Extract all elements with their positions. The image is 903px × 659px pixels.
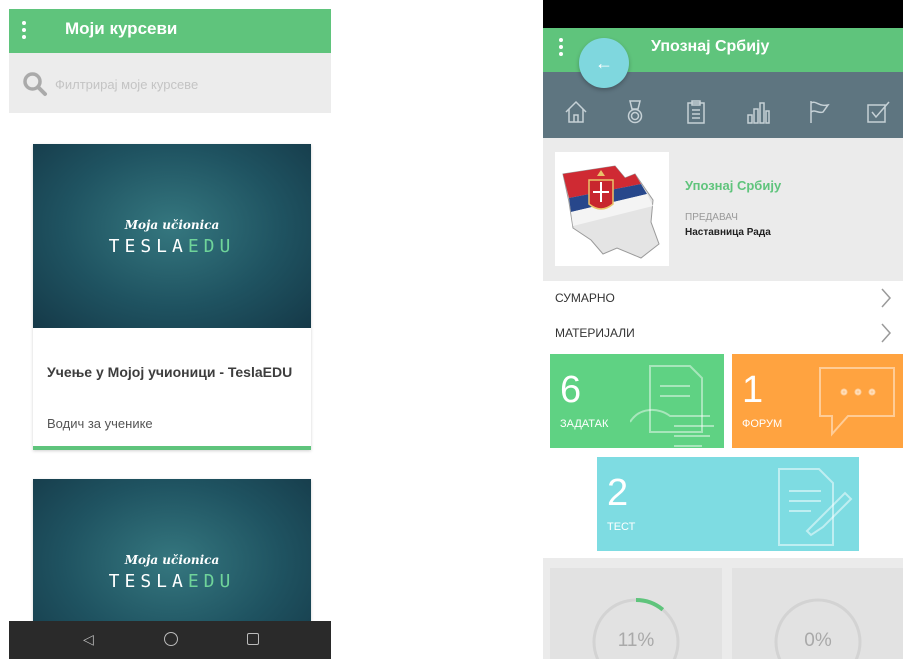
gauge-value: 0% bbox=[804, 630, 832, 651]
course-header: Упознај Србију ПРЕДАВАЧ Наставница Рада bbox=[543, 138, 903, 274]
progress-gauge: 11% bbox=[550, 568, 722, 659]
more-vert-icon[interactable] bbox=[557, 38, 565, 59]
recents-square-icon[interactable] bbox=[247, 633, 259, 645]
chat-bubble-icon bbox=[819, 367, 895, 437]
test-tile[interactable]: 2 ТЕСТ bbox=[597, 457, 859, 551]
app-bar: Моји курсеви bbox=[9, 9, 331, 53]
bar-chart-icon[interactable] bbox=[745, 99, 771, 125]
test-document-icon bbox=[778, 468, 853, 546]
course-subtitle: Водич за ученике bbox=[47, 416, 153, 431]
course-image: Moja učionica TESLAEDU bbox=[33, 144, 311, 328]
course-name: Упознај Србију bbox=[685, 178, 782, 193]
more-vert-icon[interactable] bbox=[19, 19, 29, 43]
materials-row[interactable]: МАТЕРИЈАЛИ bbox=[543, 316, 903, 351]
gauge-value: 11% bbox=[617, 630, 655, 651]
left-phone-screen: Моји курсеви Филтрирај моје курсеве Moja… bbox=[9, 9, 331, 659]
forum-label: ФОРУМ bbox=[742, 418, 783, 430]
logo-script-text: Moja učionica bbox=[124, 553, 220, 567]
page-title: Моји курсеви bbox=[65, 19, 178, 38]
checkbox-icon[interactable] bbox=[865, 99, 891, 125]
course-card[interactable]: Moja učionica TESLAEDU Учење у Мојој учи… bbox=[33, 144, 311, 450]
logo-brand-text: TESLAEDU bbox=[108, 236, 236, 257]
assignments-tile[interactable]: 6 ЗАДАТАК bbox=[550, 354, 724, 448]
chevron-right-icon bbox=[881, 323, 892, 343]
chevron-right-icon bbox=[881, 288, 892, 308]
home-icon[interactable] bbox=[563, 99, 589, 125]
assignment-hand-icon bbox=[630, 365, 714, 447]
page-title: Упознај Србију bbox=[651, 38, 770, 55]
status-bar bbox=[543, 0, 903, 28]
assignments-label: ЗАДАТАК bbox=[560, 418, 609, 430]
teacher-name: Наставница Рада bbox=[685, 227, 771, 238]
summary-row[interactable]: СУМАРНО bbox=[543, 281, 903, 316]
clipboard-icon[interactable] bbox=[683, 99, 709, 125]
forum-count: 1 bbox=[742, 369, 764, 411]
materials-label: МАТЕРИЈАЛИ bbox=[555, 326, 635, 340]
progress-bar bbox=[33, 446, 311, 450]
medal-icon[interactable] bbox=[622, 99, 648, 125]
back-triangle-icon[interactable]: ◁ bbox=[83, 631, 94, 648]
teacher-label: ПРЕДАВАЧ bbox=[685, 212, 738, 223]
progress-gauge: 0% bbox=[732, 568, 903, 659]
back-arrow-button[interactable]: ← bbox=[579, 38, 629, 88]
flag-icon[interactable] bbox=[806, 99, 832, 125]
summary-label: СУМАРНО bbox=[555, 291, 615, 305]
course-title: Учење у Мојој учионици - TeslaEDU bbox=[47, 364, 293, 380]
course-list: Moja učionica TESLAEDU Учење у Мојој учи… bbox=[9, 113, 331, 659]
system-nav-bar: ◁ bbox=[9, 621, 331, 659]
search-bar[interactable]: Филтрирај моје курсеве bbox=[9, 53, 331, 113]
right-phone-screen: ← Упознај Србију Упознај Србију ПРЕДАВАЧ… bbox=[543, 0, 903, 659]
app-bar: ← Упознај Србију bbox=[543, 28, 903, 88]
search-input[interactable]: Филтрирај моје курсеве bbox=[55, 77, 198, 92]
forum-tile[interactable]: 1 ФОРУМ bbox=[732, 354, 903, 448]
home-circle-icon[interactable] bbox=[164, 632, 178, 646]
test-label: ТЕСТ bbox=[607, 521, 636, 533]
serbia-map-flag-image bbox=[555, 152, 669, 266]
logo-brand-text: TESLAEDU bbox=[108, 571, 236, 592]
logo-script-text: Moja učionica bbox=[124, 218, 220, 232]
assignments-count: 6 bbox=[560, 369, 582, 411]
search-icon bbox=[23, 72, 47, 96]
test-count: 2 bbox=[607, 472, 629, 514]
